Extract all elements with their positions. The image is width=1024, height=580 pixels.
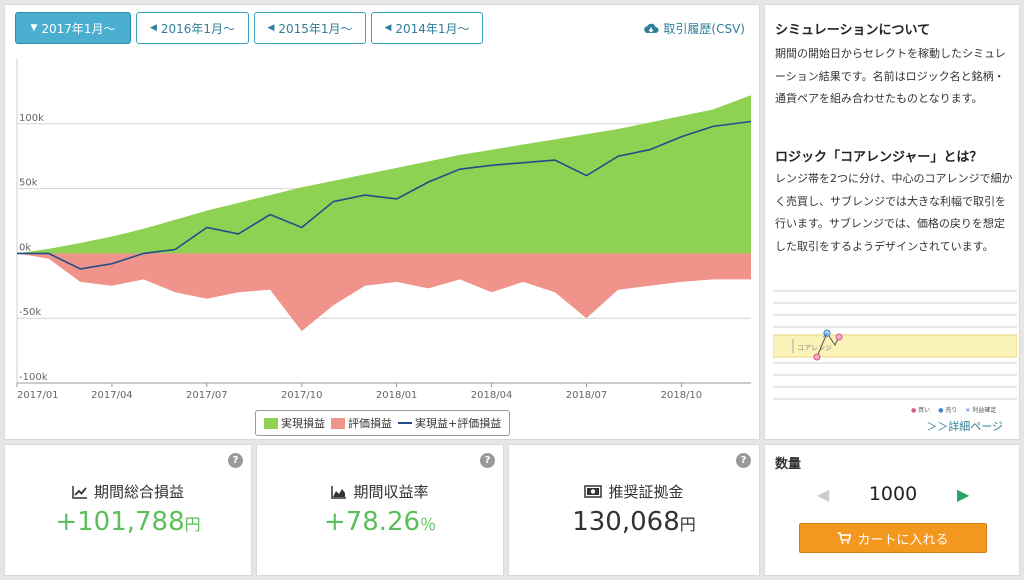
x-tick-label: 2017/01 [17,390,59,401]
y-tick-label: -100k [19,372,48,383]
simulation-description: 期間の開始日からセレクトを稼動したシミュレーション結果です。名前はロジック名と銘… [775,47,1006,105]
chart-legend: 実現損益 評価損益 実現益+評価損益 [255,410,511,436]
stat-unit: ％ [420,515,437,534]
increase-quantity-icon[interactable]: ▶ [957,485,969,504]
range-diagram: コアレンジ ✕ [773,290,1017,400]
stat-label: 期間収益率 [353,483,429,501]
simulation-heading: シミュレーションについて [775,23,931,38]
total-pnl-value: +101,788円 [5,507,251,537]
y-tick-label: 0k [19,242,31,253]
legend-swatch [331,417,345,429]
y-tick-label: 50k [19,178,38,189]
x-tick-label: 2018/04 [471,390,513,401]
stat-label: 期間総合損益 [93,483,184,501]
quantity-panel: 数量 ◀ 1000 ▶ カートに入れる [764,444,1020,576]
diagram-legend-buy: ● 買い [911,405,930,414]
unrealized-pnl-area [17,253,751,332]
stat-label: 推奨証拠金 [608,483,684,501]
info-panel: シミュレーションについて 期間の開始日からセレクトを稼動したシミュレーション結果… [764,4,1020,440]
x-tick-label: 2018/10 [661,390,703,401]
money-icon [584,485,603,498]
decrease-quantity-icon[interactable]: ◀ [817,485,829,504]
buy-marker-icon: ● [911,407,917,414]
area-chart-icon [331,485,347,499]
stat-label-row: 期間収益率 [257,481,503,502]
realized-pnl-area [17,95,751,254]
quantity-title: 数量 [775,457,802,472]
logic-heading: ロジック「コアレンジャー」とは？ [775,150,983,165]
core-range-label: コアレンジ [797,344,832,352]
x-tick-label: 2017/04 [91,390,133,401]
x-tick-label: 2017/10 [281,390,323,401]
legend-swatch [398,422,412,424]
legend-label: 評価損益 [348,417,392,430]
diagram-legend-label: 売り [945,407,958,414]
x-tick-label: 2018/01 [376,390,418,401]
cart-button-label: カートに入れる [857,532,949,548]
add-to-cart-button[interactable]: カートに入れる [799,523,987,553]
legend-item-unrealized[interactable]: 評価損益 [331,415,392,431]
stat-label-row: 推奨証拠金 [509,481,759,502]
logic-description: レンジ帯を2つに分け、中心のコアレンジで細かく売買し、サブレンジでは大きな利幅で… [775,172,1013,253]
margin-card: ? 推奨証拠金 130,068円 [508,444,760,576]
diagram-legend-sell: ● 売り [938,405,957,414]
return-rate-value: +78.26％ [257,507,503,537]
stat-number: +101,788 [55,507,185,537]
diagram-legend: ● 買い ● 売り ✕ 利益確定 [911,405,996,414]
margin-value: 130,068円 [509,507,759,537]
y-tick-label: -50k [19,307,41,318]
x-tick-label: 2017/07 [186,390,228,401]
legend-label: 実現益+評価損益 [415,417,502,430]
help-icon[interactable]: ? [736,453,751,468]
legend-item-total[interactable]: 実現益+評価損益 [398,415,501,431]
stat-unit: 円 [679,515,696,534]
stat-label-row: 期間総合損益 [5,481,251,502]
line-chart-icon [72,485,87,499]
legend-item-realized[interactable]: 実現損益 [264,415,325,431]
legend-swatch [264,417,278,429]
diagram-legend-profit: ✕ 利益確定 [965,405,996,414]
help-icon[interactable]: ? [228,453,243,468]
pnl-chart: 100k 50k 0k -50k -100k 2017/01 2017/04 2017/07… [16,59,752,401]
chart-panel: ▼ 2017年1月～ ◀ 2016年1月～ ◀ 2015年1月～ ◀ 2014年… [4,4,760,440]
y-tick-label: 100k [19,113,44,124]
detail-page-link[interactable]: ＞＞詳細ページ [926,418,1003,434]
legend-label: 実現損益 [281,417,325,430]
stat-number: +78.26 [323,507,421,537]
x-tick-label: 2018/07 [566,390,608,401]
profit-marker-icon: ✕ [965,407,971,414]
help-icon[interactable]: ? [480,453,495,468]
total-pnl-card: ? 期間総合損益 +101,788円 [4,444,252,576]
quantity-value[interactable]: 1000 [855,483,931,505]
cart-icon [837,532,852,544]
svg-text:✕: ✕ [822,331,829,340]
diagram-legend-label: 利益確定 [972,407,997,414]
diagram-legend-label: 買い [918,407,931,414]
stat-number: 130,068 [572,507,680,537]
stat-unit: 円 [184,515,201,534]
return-rate-card: ? 期間収益率 +78.26％ [256,444,504,576]
sell-marker-icon: ● [938,407,944,414]
